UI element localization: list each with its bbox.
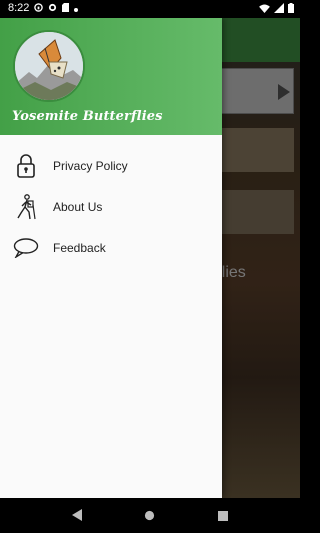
speech-bubble-icon (12, 234, 40, 262)
menu-item-label: Privacy Policy (53, 158, 128, 173)
status-icons-left (34, 3, 78, 15)
back-button[interactable] (57, 501, 97, 531)
wifi-icon (259, 3, 270, 16)
menu-item-privacy-policy[interactable]: Privacy Policy (0, 145, 222, 186)
navigation-drawer: Yosemite Butterflies Privacy Policy Abou… (0, 18, 222, 498)
drawer-app-title: Yosemite Butterflies (12, 109, 163, 124)
dot-icon (74, 3, 78, 15)
sync-icon (48, 3, 57, 15)
hiker-icon (12, 193, 40, 221)
recents-button[interactable] (203, 501, 243, 531)
sd-card-icon (62, 3, 69, 15)
drawer-header: Yosemite Butterflies (0, 18, 222, 135)
home-button[interactable] (130, 501, 170, 531)
menu-item-label: About Us (53, 199, 103, 214)
lock-icon (12, 152, 40, 180)
status-time: 8:22 (8, 2, 30, 14)
signal-icon (274, 3, 284, 16)
headset-icon (34, 3, 43, 15)
recents-icon (218, 506, 229, 525)
status-bar: 8:22 (0, 0, 300, 18)
battery-icon (288, 3, 294, 16)
status-icons-right (259, 3, 294, 16)
butterfly-logo-icon (13, 30, 85, 102)
menu-item-label: Feedback (53, 240, 106, 255)
menu-item-feedback[interactable]: Feedback (0, 227, 222, 268)
home-icon (144, 506, 155, 525)
back-icon (71, 506, 82, 525)
menu-item-about-us[interactable]: About Us (0, 186, 222, 227)
drawer-menu: Privacy Policy About Us Feedback (0, 135, 222, 268)
system-nav-bar (0, 498, 300, 533)
